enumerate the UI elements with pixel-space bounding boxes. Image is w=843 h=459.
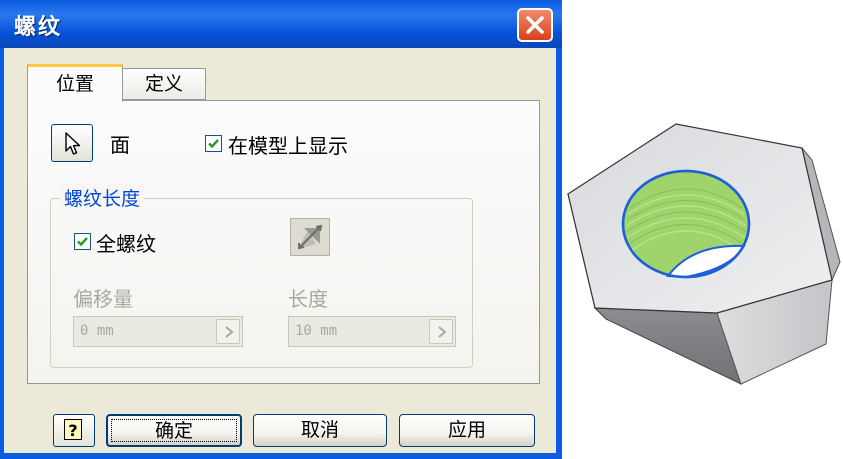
ok-button[interactable]: 确定	[106, 414, 242, 447]
cursor-arrow-icon	[65, 132, 81, 155]
thread-length-group-title: 螺纹长度	[60, 184, 145, 211]
length-value: 10 mm	[295, 323, 338, 339]
full-length-checkbox[interactable]	[74, 233, 91, 250]
show-on-model-label: 在模型上显示	[228, 134, 348, 158]
close-button[interactable]	[517, 8, 553, 42]
chevron-right-icon	[438, 326, 447, 338]
apply-button[interactable]: 应用	[399, 414, 535, 447]
checkmark-icon	[208, 139, 219, 149]
thread-dialog: 螺纹 定义 位置 面 在模型上显示 螺纹长度 全螺纹 偏移量 长度 0 mm 1…	[0, 0, 562, 459]
window-frame-left	[0, 48, 4, 459]
close-icon	[526, 16, 544, 34]
show-on-model-checkbox[interactable]	[205, 135, 222, 152]
full-length-label: 全螺纹	[96, 232, 156, 256]
cancel-button[interactable]: 取消	[253, 414, 387, 447]
flip-direction-icon	[298, 224, 323, 250]
length-input[interactable]: 10 mm	[288, 316, 456, 347]
face-label: 面	[110, 133, 130, 157]
hex-nut-preview	[567, 123, 841, 385]
checkmark-icon	[77, 237, 88, 247]
flip-direction-button[interactable]	[290, 218, 330, 256]
offset-input[interactable]: 0 mm	[73, 316, 243, 347]
window-frame-bottom	[0, 453, 562, 459]
length-expand-button[interactable]	[429, 319, 453, 344]
focus-rect	[111, 419, 237, 442]
title-bar[interactable]: 螺纹	[0, 0, 562, 48]
help-button[interactable]: ?	[53, 414, 95, 447]
dialog-title: 螺纹	[14, 15, 63, 40]
offset-label: 偏移量	[73, 287, 133, 311]
chevron-right-icon	[225, 326, 234, 338]
tab-definition[interactable]: 定义	[122, 68, 206, 100]
offset-expand-button[interactable]	[216, 319, 240, 344]
help-icon: ?	[64, 419, 82, 440]
length-label: 长度	[288, 287, 328, 311]
tab-location[interactable]: 位置	[27, 64, 123, 102]
offset-value: 0 mm	[80, 323, 114, 339]
face-select-button[interactable]	[51, 124, 93, 162]
